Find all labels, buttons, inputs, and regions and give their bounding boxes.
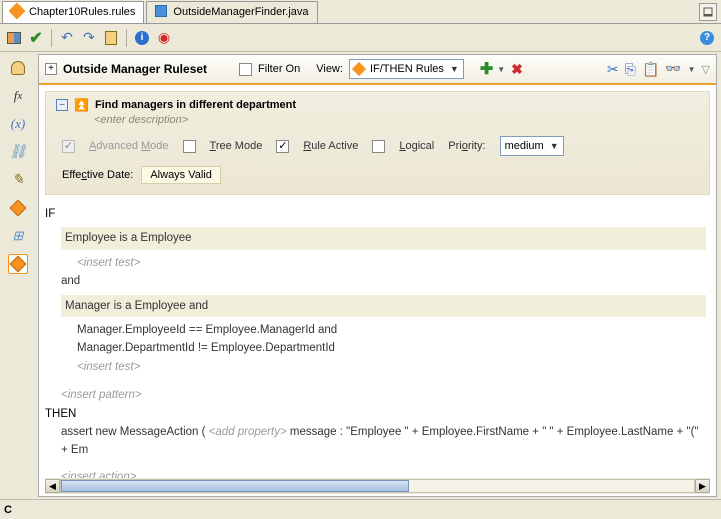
condition-expr-2[interactable]: Manager.DepartmentId != Employee.Departm…: [77, 339, 706, 357]
options-button[interactable]: i: [132, 28, 152, 48]
view-label: View:: [316, 63, 343, 75]
info-icon: i: [135, 31, 149, 45]
side-db-button[interactable]: [8, 58, 28, 78]
filter-on-checkbox[interactable]: [239, 63, 252, 76]
then-keyword: THEN: [45, 405, 706, 423]
ruleset-title: Outside Manager Ruleset: [63, 62, 207, 76]
book-icon: [7, 32, 21, 44]
priority-select[interactable]: medium ▼: [500, 136, 564, 156]
view-value: IF/THEN Rules: [370, 63, 444, 75]
tree-mode-checkbox[interactable]: [183, 140, 196, 153]
rules-file-icon: [11, 5, 25, 19]
advanced-mode-checkbox: [62, 140, 75, 153]
advanced-mode-label: AAdvanced Modedvanced Mode: [89, 140, 169, 152]
insert-test-hint[interactable]: <insert test>: [77, 254, 706, 272]
diamond-selected-icon: [10, 256, 27, 273]
tab-label: Chapter10Rules.rules: [29, 6, 135, 18]
paste-button[interactable]: 📋: [642, 61, 659, 78]
tab-rules-file[interactable]: Chapter10Rules.rules: [2, 1, 144, 23]
chevron-down-icon: ▼: [550, 141, 559, 151]
database-icon: [11, 61, 25, 75]
collapse-all-button[interactable]: ⏫: [74, 98, 89, 112]
tab-label: OutsideManagerFinder.java: [173, 6, 308, 18]
and-keyword: and: [61, 272, 706, 290]
insert-pattern-hint[interactable]: <insert pattern>: [61, 386, 706, 404]
scroll-left-button[interactable]: ◀: [45, 479, 60, 493]
side-var-button[interactable]: (x): [8, 114, 28, 134]
scroll-right-button[interactable]: ▶: [695, 479, 710, 493]
priority-value: medium: [505, 140, 544, 152]
undo-button[interactable]: ↶: [57, 28, 77, 48]
paste-button[interactable]: [101, 28, 121, 48]
hscroll-thumb[interactable]: [61, 480, 409, 492]
find-button[interactable]: 👓: [665, 61, 681, 77]
insert-test-hint-2[interactable]: <insert test>: [77, 358, 706, 376]
diamond-icon: [352, 62, 366, 76]
side-tree-button[interactable]: ⊞: [8, 226, 28, 246]
effective-date-value[interactable]: Always Valid: [141, 166, 221, 184]
validate-button[interactable]: ✔: [26, 28, 46, 48]
condition-employee[interactable]: Employee is a Employee: [61, 227, 706, 249]
minimize-editor-button[interactable]: [699, 3, 717, 21]
undo-icon: ↶: [61, 29, 73, 46]
pencil-icon: ✎: [12, 172, 24, 189]
redo-button[interactable]: ↷: [79, 28, 99, 48]
rule-active-checkbox[interactable]: [276, 140, 289, 153]
dictionary-button[interactable]: [4, 28, 24, 48]
logical-checkbox[interactable]: [372, 140, 385, 153]
collapse-rule-button[interactable]: −: [56, 99, 68, 111]
chevron-down-icon: ▼: [688, 65, 696, 74]
chevron-down-icon: ▼: [497, 65, 505, 74]
insert-action-hint[interactable]: <insert action>: [61, 468, 706, 478]
delete-rule-button[interactable]: ✖: [511, 61, 523, 78]
tree-mode-label: Tree Mode: [210, 140, 263, 152]
add-property-hint[interactable]: <add property>: [209, 426, 287, 438]
side-edit-button[interactable]: ✎: [8, 170, 28, 190]
side-fx-button[interactable]: fx: [8, 86, 28, 106]
diamond-icon: [10, 200, 27, 217]
if-keyword: IF: [45, 205, 706, 223]
chevron-down-icon: ▼: [450, 64, 459, 74]
side-rule-button[interactable]: [8, 198, 28, 218]
cut-button[interactable]: ✂: [607, 61, 619, 78]
side-ruleset-button[interactable]: [8, 254, 28, 274]
copy-button[interactable]: ⎘: [625, 61, 636, 78]
help-icon: ?: [700, 31, 714, 45]
expand-ruleset-button[interactable]: +: [45, 63, 57, 75]
condition-manager[interactable]: Manager is a Employee and: [61, 295, 706, 317]
hscroll-track[interactable]: [60, 479, 695, 493]
status-indicator: C: [4, 504, 12, 516]
condition-expr-1[interactable]: Manager.EmployeeId == Employee.ManagerId…: [77, 321, 706, 339]
java-file-icon: [155, 5, 169, 19]
info-button[interactable]: ◉: [154, 28, 174, 48]
tree-icon: ⊞: [13, 228, 24, 244]
move-down-button[interactable]: ▽: [702, 63, 710, 76]
logical-label: Logical: [399, 140, 434, 152]
view-select[interactable]: IF/THEN Rules ▼: [349, 59, 464, 79]
add-rule-button[interactable]: ✚: [480, 59, 493, 79]
rule-name: Find managers in different department: [95, 99, 296, 111]
stop-icon: ◉: [158, 29, 170, 46]
link-icon: ⛓: [9, 144, 27, 161]
effective-date-label: Effective Date:: [62, 169, 133, 181]
tab-java-file[interactable]: OutsideManagerFinder.java: [146, 1, 317, 23]
description-hint[interactable]: <enter description>: [94, 114, 699, 126]
priority-label: Priority:: [448, 140, 485, 152]
side-link-button[interactable]: ⛓: [8, 142, 28, 162]
help-button[interactable]: ?: [697, 28, 717, 48]
minimize-icon: [703, 7, 713, 17]
filter-on-label: Filter On: [258, 63, 300, 75]
clipboard-icon: [105, 31, 117, 45]
assert-action[interactable]: assert new MessageAction ( <add property…: [61, 423, 706, 460]
rule-active-label: Rule Active: [303, 140, 358, 152]
redo-icon: ↷: [83, 29, 95, 46]
check-icon: ✔: [29, 28, 42, 48]
